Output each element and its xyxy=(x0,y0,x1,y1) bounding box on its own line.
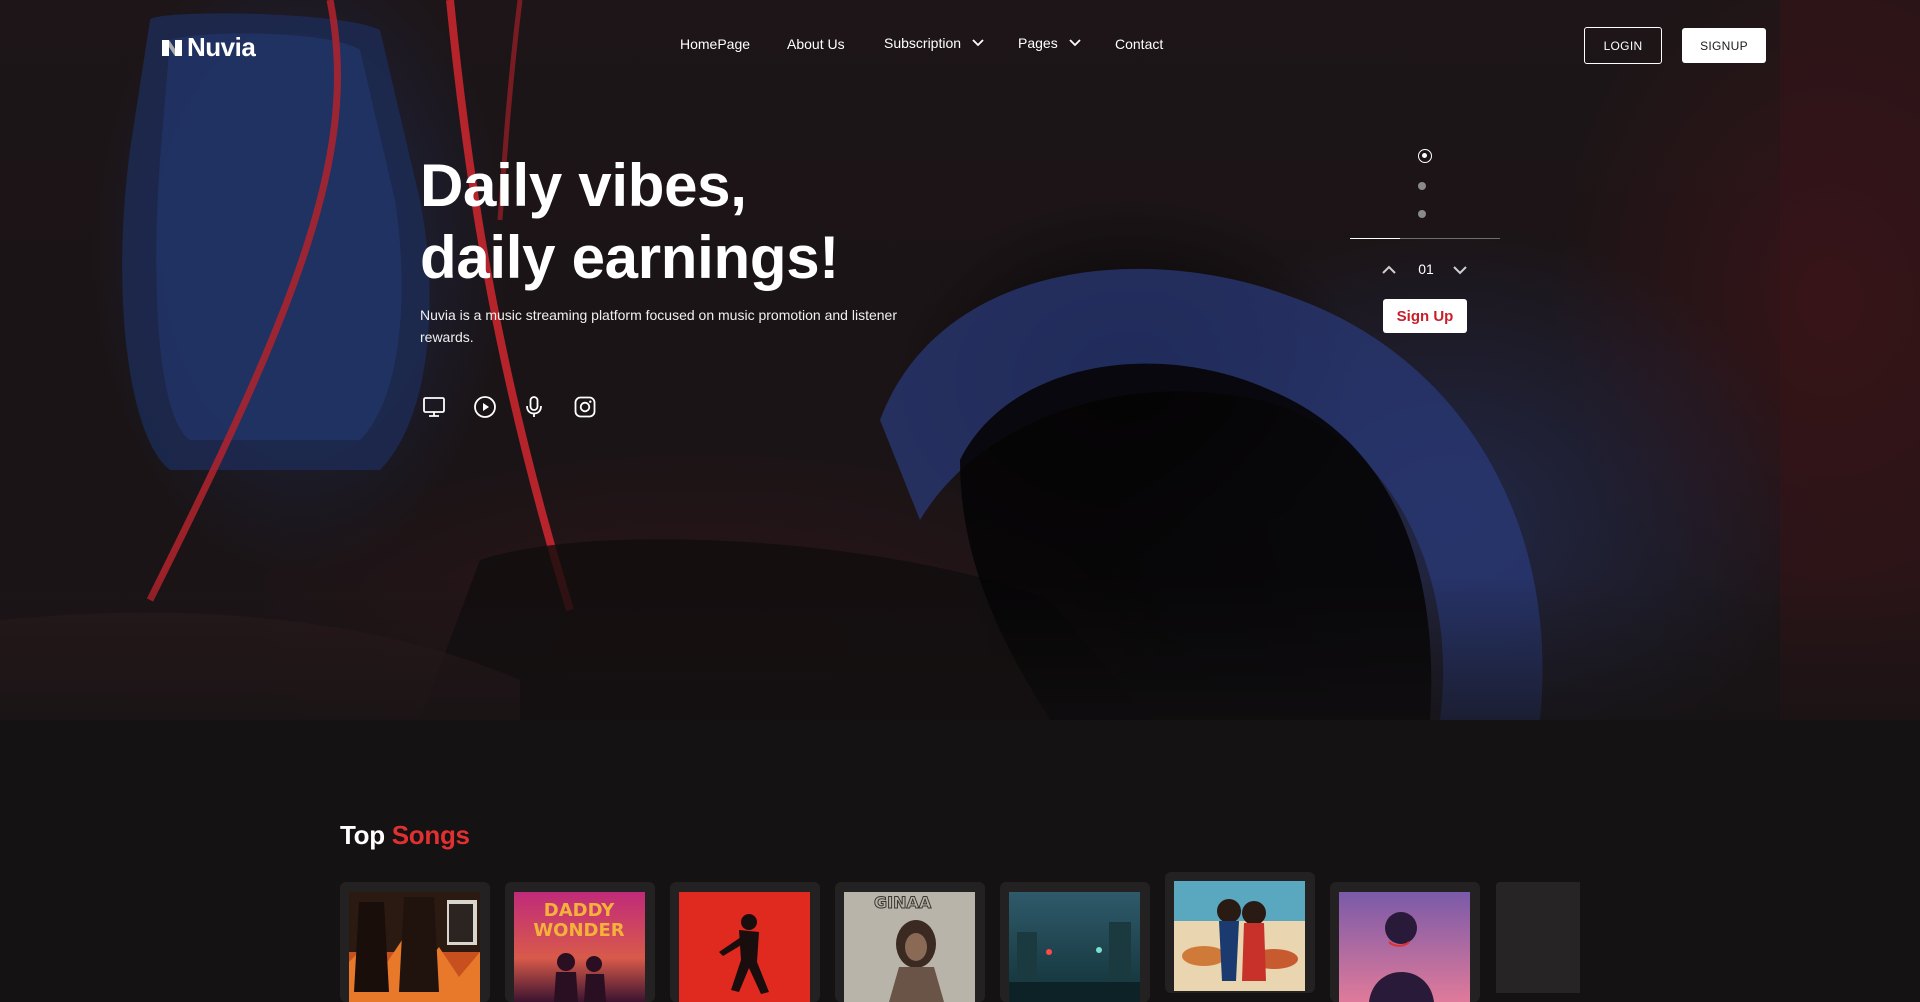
song-card[interactable] xyxy=(1000,882,1150,1002)
hero-headline: Daily vibes, daily earnings! xyxy=(420,150,839,294)
instagram-icon[interactable] xyxy=(573,395,597,419)
login-button[interactable]: LOGIN xyxy=(1584,27,1662,64)
slide-indicator-2[interactable] xyxy=(1418,182,1426,190)
nav-homepage[interactable]: HomePage xyxy=(680,36,750,52)
hero-overlay xyxy=(0,0,1920,720)
nav-homepage-label: HomePage xyxy=(680,36,751,52)
song-card[interactable] xyxy=(670,882,820,1002)
hero-section xyxy=(0,0,1920,720)
hero-signup-button[interactable]: Sign Up xyxy=(1383,299,1467,333)
top-songs-heading: Top Songs xyxy=(340,820,470,851)
slide-progress-track xyxy=(1350,238,1500,239)
song-card[interactable] xyxy=(1330,882,1480,1002)
svg-text:DADDY: DADDY xyxy=(544,900,615,921)
top-songs-heading-part1: Top xyxy=(340,820,385,850)
nav-about-us-label: About Us xyxy=(787,36,845,52)
nav-contact[interactable]: Contact xyxy=(1115,36,1163,52)
brand-logo[interactable]: Nuvia xyxy=(161,32,256,63)
nav-subscription-label: Subscription xyxy=(884,35,962,51)
album-cover-image xyxy=(349,892,480,1002)
album-cover-image: DADDY WONDER xyxy=(514,892,645,1002)
album-cover-image: GINAA xyxy=(844,892,975,1002)
nav-subscription[interactable]: Subscription xyxy=(884,35,985,51)
album-cover-image xyxy=(679,892,810,1002)
song-card-partial[interactable] xyxy=(1496,882,1580,993)
slide-progress-fill xyxy=(1350,238,1400,239)
chevron-down-icon[interactable] xyxy=(1452,265,1468,275)
hero-headline-line2: daily earnings! xyxy=(420,224,839,291)
svg-text:GINAA: GINAA xyxy=(874,893,932,912)
microphone-icon[interactable] xyxy=(522,395,546,419)
slide-counter: 01 xyxy=(1418,261,1434,277)
chevron-down-icon xyxy=(972,39,984,47)
brand-name: Nuvia xyxy=(187,32,256,62)
hero-headline-line1: Daily vibes, xyxy=(420,152,747,219)
slide-indicator-3[interactable] xyxy=(1418,210,1426,218)
nav-pages-label: Pages xyxy=(1018,35,1058,51)
top-songs-heading-part2: Songs xyxy=(391,820,470,850)
chevron-up-icon[interactable] xyxy=(1381,265,1397,275)
chevron-down-icon xyxy=(1069,39,1081,47)
song-card-featured[interactable] xyxy=(1165,872,1315,993)
signup-button[interactable]: SIGNUP xyxy=(1682,28,1766,63)
album-cover-image xyxy=(1174,881,1305,991)
album-cover-image xyxy=(1009,892,1140,1002)
nav-contact-label: Contact xyxy=(1115,36,1164,52)
play-circle-icon[interactable] xyxy=(473,395,497,419)
svg-text:WONDER: WONDER xyxy=(533,920,624,941)
song-card[interactable]: GINAA xyxy=(835,882,985,1002)
nav-about-us[interactable]: About Us xyxy=(787,36,845,52)
hero-subtitle: Nuvia is a music streaming platform focu… xyxy=(420,307,897,345)
logo-mark-icon xyxy=(162,39,182,56)
nav-pages[interactable]: Pages xyxy=(1018,35,1082,51)
desktop-icon[interactable] xyxy=(422,395,446,419)
slide-indicator-1[interactable] xyxy=(1418,149,1432,163)
album-cover-image xyxy=(1339,892,1470,1002)
song-card[interactable]: DADDY WONDER xyxy=(505,882,655,1002)
song-card[interactable] xyxy=(340,882,490,1002)
